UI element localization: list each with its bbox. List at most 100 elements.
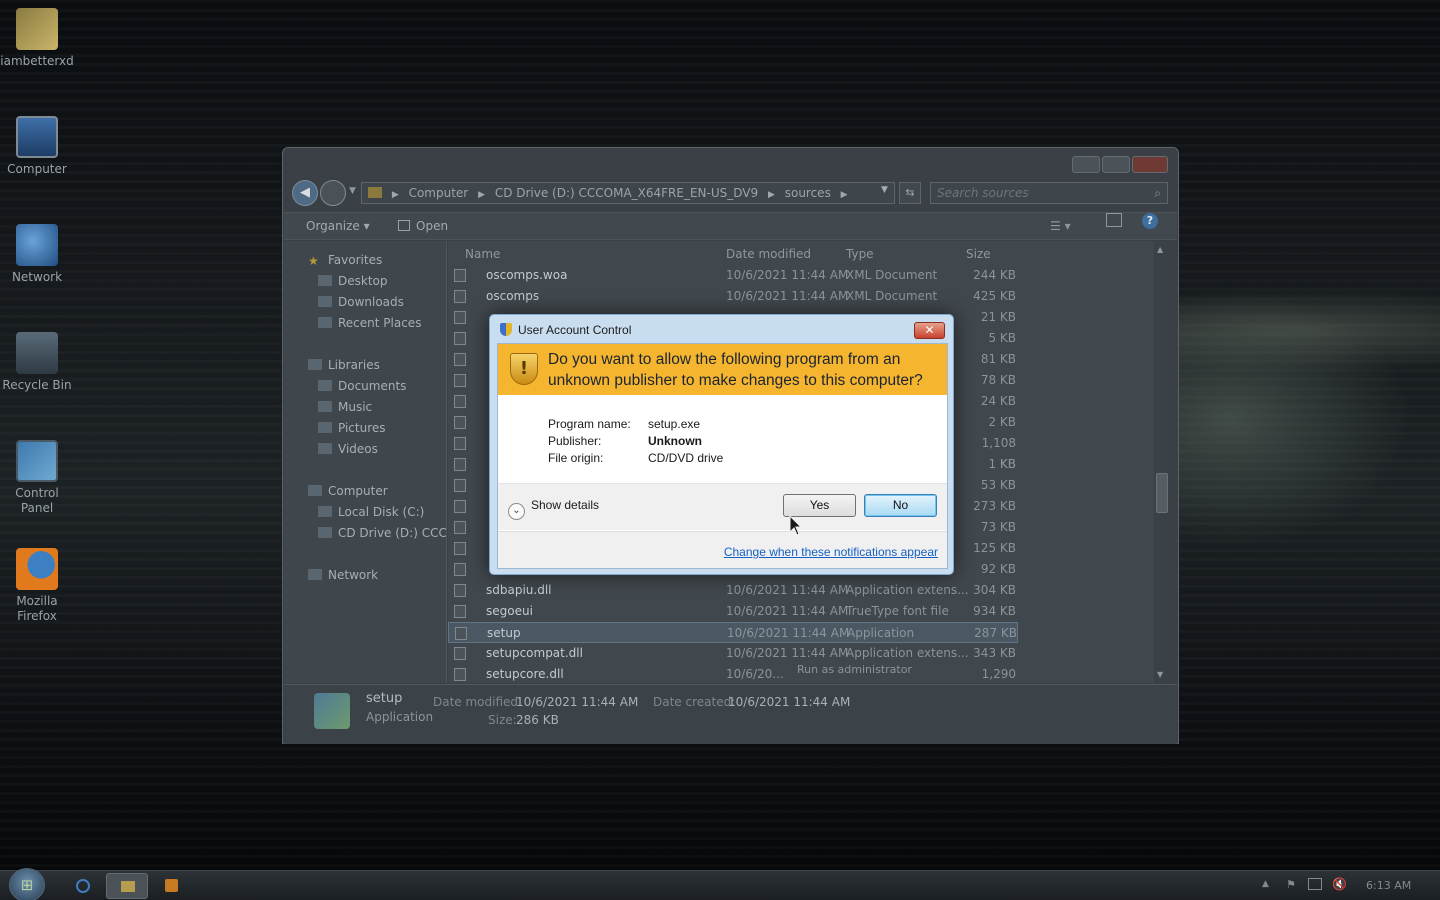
uac-shield-icon [500, 323, 512, 336]
uac-close-button[interactable]: ✕ [914, 322, 945, 339]
file-icon [454, 584, 466, 597]
breadcrumb-sources[interactable]: sources [785, 186, 831, 200]
taskbar-ie[interactable] [62, 873, 104, 899]
details-file-name: setup [366, 691, 403, 706]
file-size: 21 KB [980, 310, 1016, 324]
chevron-right-icon[interactable]: ▶ [841, 190, 848, 200]
file-icon [454, 521, 466, 534]
desktop-icon-user[interactable]: iambetterxd [0, 8, 74, 69]
minimize-button[interactable] [1072, 156, 1100, 173]
setup-app-icon [314, 693, 350, 729]
table-row[interactable]: oscomps.woa 10/6/2021 11:44 AM XML Documen… [448, 265, 1018, 286]
desktop-icon-label: Mozilla Firefox [16, 594, 58, 623]
control-panel-icon [16, 440, 58, 482]
table-row[interactable]: setupcore.dll10/6/20...1,290 KB [448, 664, 1018, 702]
desktop-icon-label: Control Panel [15, 486, 59, 515]
nav-label: Desktop [338, 274, 388, 288]
nav-favorites[interactable]: ★ Favorites [308, 251, 382, 269]
preview-pane-icon[interactable] [1106, 213, 1122, 227]
network-tray-icon[interactable] [1308, 878, 1322, 890]
nav-pictures[interactable]: Pictures [318, 419, 386, 437]
file-size: 5 KB [988, 331, 1016, 345]
file-date: 10/6/2021 11:44 AM [727, 626, 850, 640]
organize-button[interactable]: Organize ▾ [306, 213, 370, 239]
nav-label: Network [328, 568, 379, 582]
volume-muted-icon[interactable]: 🔇 [1332, 877, 1347, 891]
internet-explorer-icon [76, 879, 90, 893]
nav-label: Local Disk (C:) [338, 505, 425, 519]
table-row[interactable]: setupcompat.dll 10/6/2021 11:44 AM Applica… [448, 643, 1018, 664]
file-icon [454, 290, 466, 303]
forward-button[interactable] [320, 180, 346, 206]
desktop-icon-recycle-bin[interactable]: Recycle Bin [0, 332, 74, 393]
chevron-right-icon[interactable]: ▶ [478, 190, 485, 200]
no-button[interactable]: No [864, 494, 937, 517]
action-center-icon[interactable]: ⚑ [1286, 878, 1296, 891]
nav-computer[interactable]: Computer [308, 482, 388, 500]
address-bar[interactable]: ▶ Computer ▶ CD Drive (D:) CCCOMA_X64FRE… [361, 182, 895, 204]
refresh-button[interactable]: ⇆ [899, 182, 921, 204]
show-details-toggle[interactable]: ⌄ Show details [508, 498, 599, 520]
vertical-scrollbar[interactable]: ▲ ▼ [1154, 241, 1170, 683]
chevron-right-icon[interactable]: ▶ [392, 190, 399, 200]
chevron-down-icon: ⌄ [508, 503, 525, 520]
nav-downloads[interactable]: Downloads [318, 293, 404, 311]
breadcrumb-computer[interactable]: Computer [409, 186, 469, 200]
cd-drive-icon [318, 527, 332, 538]
hard-drive-icon [318, 506, 332, 517]
scroll-down-icon[interactable]: ▼ [1157, 670, 1163, 679]
nav-recent-places[interactable]: Recent Places [318, 314, 421, 332]
back-button[interactable]: ◀ [292, 180, 318, 206]
table-row[interactable]: segoeui 10/6/2021 11:44 AM TrueType font f… [448, 601, 1018, 622]
column-header-type[interactable]: Type [846, 247, 874, 261]
file-type: XML Document [846, 268, 938, 282]
nav-cd-drive[interactable]: CD Drive (D:) CCCOMA [318, 524, 446, 542]
help-icon[interactable]: ? [1142, 213, 1158, 229]
file-name: setupcore.dll [486, 667, 564, 681]
change-notifications-link[interactable]: Change when these notifications appear [724, 545, 938, 559]
table-row[interactable]: sdbapiu.dll 10/6/2021 11:44 AM Application… [448, 580, 1018, 601]
details-modified-value: 10/6/2021 11:44 AM [516, 695, 639, 709]
desktop-icon-control-panel[interactable]: Control Panel [0, 440, 74, 516]
file-name: segoeui [486, 604, 533, 618]
table-row[interactable]: oscomps 10/6/2021 11:44 AM XML Document 425… [448, 286, 1018, 307]
nav-desktop[interactable]: Desktop [318, 272, 388, 290]
file-icon [454, 269, 466, 282]
scroll-up-icon[interactable]: ▲ [1157, 245, 1163, 254]
taskbar-media-player[interactable] [150, 873, 192, 899]
file-name: oscomps [486, 289, 540, 303]
tray-expand-icon[interactable]: ▲ [1262, 879, 1269, 889]
nav-local-disk[interactable]: Local Disk (C:) [318, 503, 424, 521]
scrollbar-thumb[interactable] [1156, 473, 1168, 513]
close-window-button[interactable] [1132, 156, 1168, 173]
table-row[interactable]: setup 10/6/2021 11:44 AM Application 287 KB [448, 622, 1018, 643]
nav-music[interactable]: Music [318, 398, 372, 416]
history-dropdown-icon[interactable]: ▼ [349, 186, 356, 196]
nav-libraries[interactable]: Libraries [308, 356, 380, 374]
file-size: 73 KB [980, 520, 1016, 534]
clock[interactable]: 6:13 AM [1366, 879, 1411, 892]
desktop-icon-computer[interactable]: Computer [0, 116, 74, 177]
nav-documents[interactable]: Documents [318, 377, 406, 395]
nav-network[interactable]: Network [308, 566, 378, 584]
address-dropdown-icon[interactable]: ▼ [881, 185, 888, 195]
file-date: 10/6/2021 11:44 AM [726, 646, 849, 660]
chevron-right-icon[interactable]: ▶ [768, 190, 775, 200]
desktop-icon-label: Computer [7, 162, 67, 176]
change-view-icon[interactable]: ☰ ▾ [1050, 213, 1071, 239]
search-input[interactable]: Search sources ⌕ [930, 182, 1168, 204]
column-header-size[interactable]: Size [966, 247, 991, 261]
taskbar-explorer[interactable] [106, 873, 148, 899]
start-button[interactable]: ⊞ [9, 868, 45, 900]
desktop-icon-network[interactable]: Network [0, 224, 74, 285]
column-header-name[interactable]: Name [465, 247, 500, 261]
desktop-icon-firefox[interactable]: Mozilla Firefox [0, 548, 74, 624]
breadcrumb-cd-drive[interactable]: CD Drive (D:) CCCOMA_X64FRE_EN-US_DV9 [495, 186, 758, 200]
file-date: 10/6/20... [726, 667, 784, 681]
nav-videos[interactable]: Videos [318, 440, 378, 458]
uac-dialog: User Account Control ✕ ! Do you want to … [489, 314, 954, 575]
open-button[interactable]: Open [398, 213, 448, 239]
maximize-button[interactable] [1102, 156, 1130, 173]
yes-button[interactable]: Yes [783, 494, 856, 517]
column-header-date[interactable]: Date modified [726, 247, 811, 261]
